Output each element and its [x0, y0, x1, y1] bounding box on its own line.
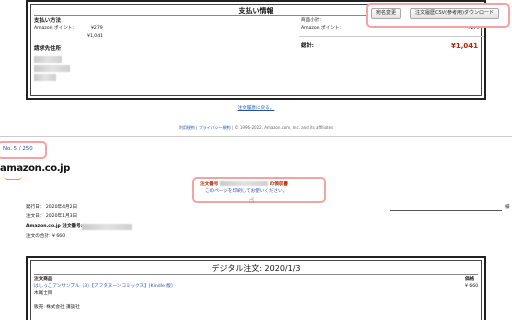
terms-link[interactable]: 利用規約 [179, 125, 195, 130]
receipt-heading: 注文番号 の領収書 [200, 181, 288, 188]
redacted-address [34, 74, 56, 81]
recipient-suffix: 様 [505, 205, 510, 210]
recipient-line [390, 210, 502, 211]
print-page-link[interactable]: このページを印刷してお使いください。 [205, 189, 287, 195]
item-price: ¥ 660 [465, 284, 479, 289]
issue-date: 発行日： 2020年4月2日 [26, 205, 78, 210]
csv-download-button[interactable]: 注文履歴CSV(参考用)ダウンロード [410, 8, 499, 19]
billing-address-label: 請求先住所 [34, 46, 61, 52]
amazon-logo: amazon.co.jp [0, 163, 70, 174]
total-value: ¥1,041 [451, 42, 479, 50]
redacted-order-number [220, 181, 268, 186]
points-value: ¥279 [91, 26, 103, 31]
seller: 販売: 株式会社 講談社 [34, 305, 80, 310]
amazon-logo-text: amazon.co.jp [0, 163, 70, 174]
divider [299, 36, 484, 37]
digital-order-box: デジタル注文: 2020/1/3 注文商品 価格 はしっこアンサンブル（3）【ア… [26, 256, 486, 320]
footer: 利用規約 | プライバシー規約 | © 1996-2022, Amazon.co… [178, 125, 334, 130]
copyright-text: © 1996-2022, Amazon.com, Inc. and its af… [234, 125, 334, 130]
item-title-link[interactable]: はしっこアンサンブル（3）【アフタヌーンコミックス】[Kindle 版] [34, 284, 173, 290]
card-value: ¥1,041 [87, 34, 104, 39]
item-author: 木尾士目 [34, 291, 53, 296]
mouse-cursor-icon: ☝ [249, 196, 255, 206]
points-label: Amazon ポイント: [34, 26, 74, 31]
order-date: 注文日： 2020年1月3日 [26, 214, 78, 219]
order-number-prefix: 注文番号 [200, 182, 219, 187]
receipt-counter: No. 5 / 250 [3, 146, 33, 152]
order-number-label: Amazon.co.jp 注文番号: [26, 224, 83, 229]
subtotal-label: 商品小計: [301, 18, 321, 23]
redacted-address [34, 56, 62, 63]
total-label: 総計: [301, 43, 314, 49]
redacted-order-number [82, 224, 132, 230]
privacy-link[interactable]: プライバシー規約 [199, 125, 231, 130]
amazon-smile-icon [4, 176, 22, 180]
divider [34, 274, 478, 275]
price-header: 価格 [465, 277, 475, 282]
payment-method-label: 支払い方法 [34, 18, 61, 24]
receipt-suffix: の領収書 [269, 182, 288, 187]
redacted-address [34, 65, 70, 72]
back-to-orders-link[interactable]: 注文履歴に戻る。 [0, 106, 512, 112]
digital-order-title: デジタル注文: 2020/1/3 [211, 264, 301, 273]
items-header: 注文商品 [34, 277, 53, 282]
page-separator [0, 136, 512, 137]
points-right-label: Amazon ポイント: [301, 26, 341, 31]
rename-button[interactable]: 宛名変更 [371, 8, 402, 19]
order-total: 注文の合計: ¥ 660 [26, 234, 66, 239]
